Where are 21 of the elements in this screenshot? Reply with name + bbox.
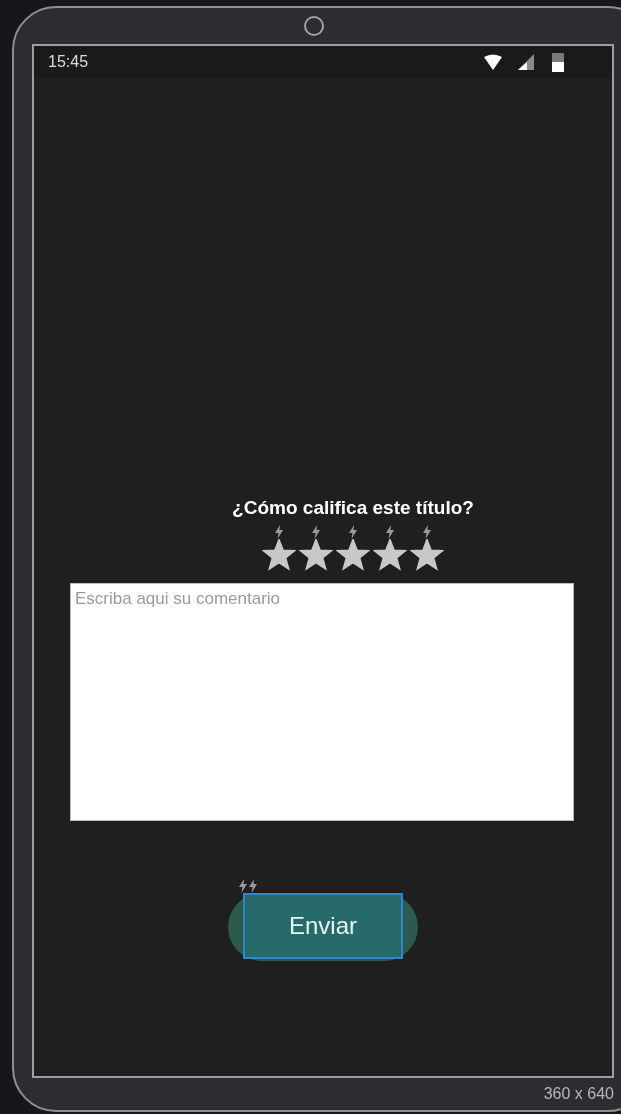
device-size-label: 360 x 640 (543, 1084, 614, 1104)
comment-field[interactable]: Escriba aqui su comentario (70, 582, 574, 821)
bolt-icon (311, 524, 321, 539)
bolt-icon (274, 524, 284, 539)
bolt-icon (248, 878, 258, 893)
star-icon[interactable] (410, 538, 444, 571)
bolt-icon (422, 524, 432, 539)
bolt-icon (348, 524, 358, 539)
wifi-icon (484, 54, 502, 70)
camera-icon (304, 16, 324, 36)
star-icon[interactable] (336, 538, 370, 571)
bolt-icon (238, 878, 248, 893)
signal-icon (518, 54, 534, 70)
star-icon[interactable] (373, 538, 407, 571)
star-icon[interactable] (262, 538, 296, 571)
battery-icon (552, 52, 564, 72)
star-icon[interactable] (299, 538, 333, 571)
submit-button[interactable]: Enviar (228, 892, 418, 961)
clock-time: 15:45 (48, 52, 89, 72)
bolt-icon (385, 524, 395, 539)
rating-question: ¿Cómo califica este título? (231, 496, 474, 520)
